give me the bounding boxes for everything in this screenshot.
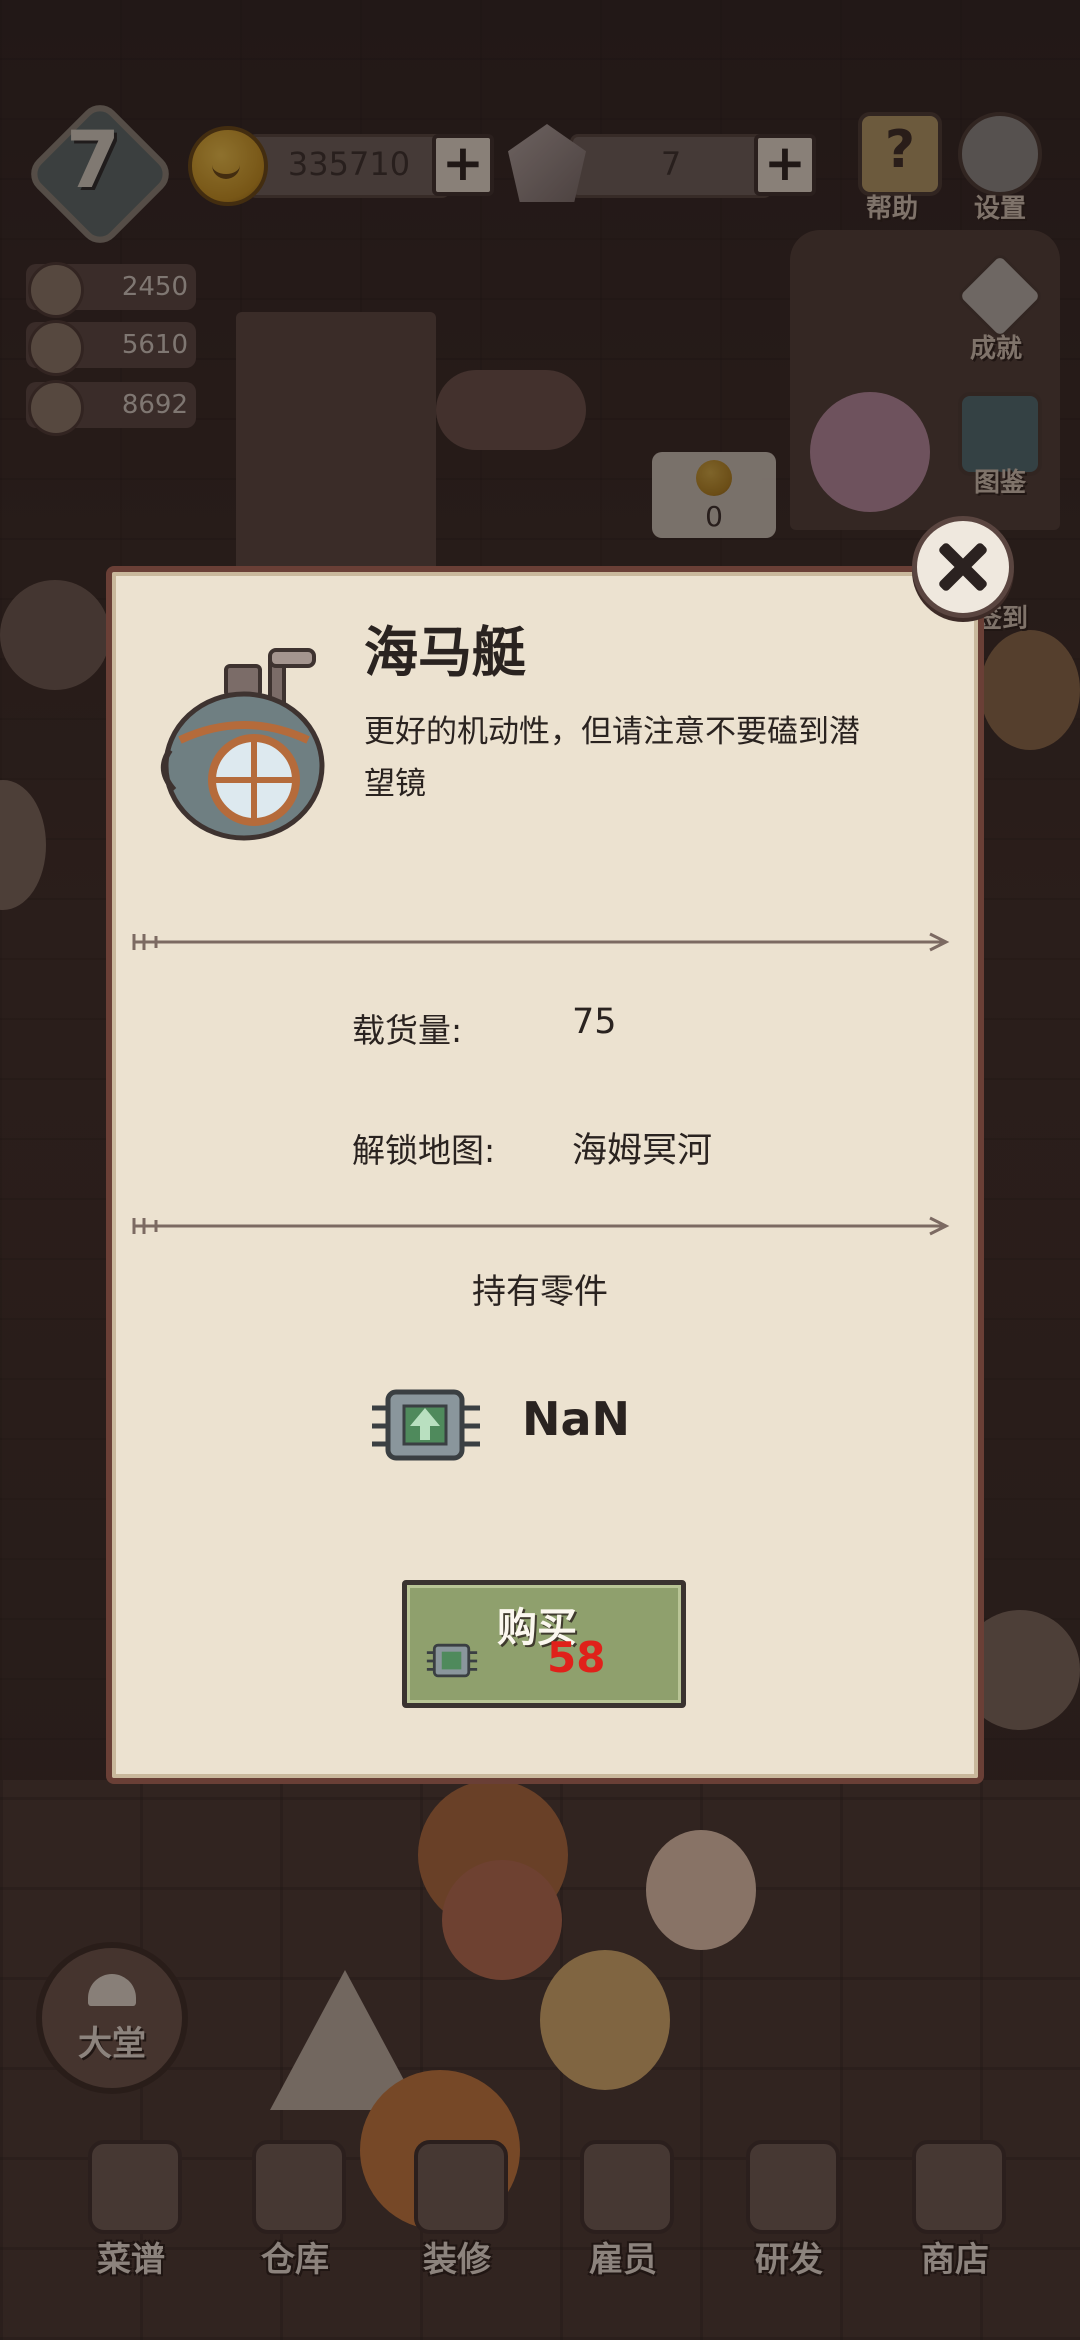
cargo-capacity-value: 75 (572, 1002, 617, 1042)
seahorse-submarine-icon (161, 648, 325, 841)
divider (132, 1216, 950, 1236)
cargo-capacity-label: 载货量: (352, 1011, 463, 1050)
buy-button[interactable]: 购买 58 (402, 1580, 686, 1708)
buy-cost: 58 (547, 1633, 606, 1682)
unlock-map-value: 海姆冥河 (572, 1131, 713, 1171)
unlock-map-label: 解锁地图: (352, 1131, 496, 1170)
divider (132, 932, 950, 952)
item-title: 海马艇 (364, 621, 526, 684)
chip-part-icon (426, 1643, 478, 1678)
parts-header: 持有零件 (472, 1272, 608, 1312)
chip-part-icon (372, 1389, 480, 1461)
close-button[interactable] (912, 516, 1014, 618)
parts-count: NaN (522, 1392, 631, 1446)
item-description: 更好的机动性，但请注意不要磕到潜望镜 (364, 714, 860, 802)
